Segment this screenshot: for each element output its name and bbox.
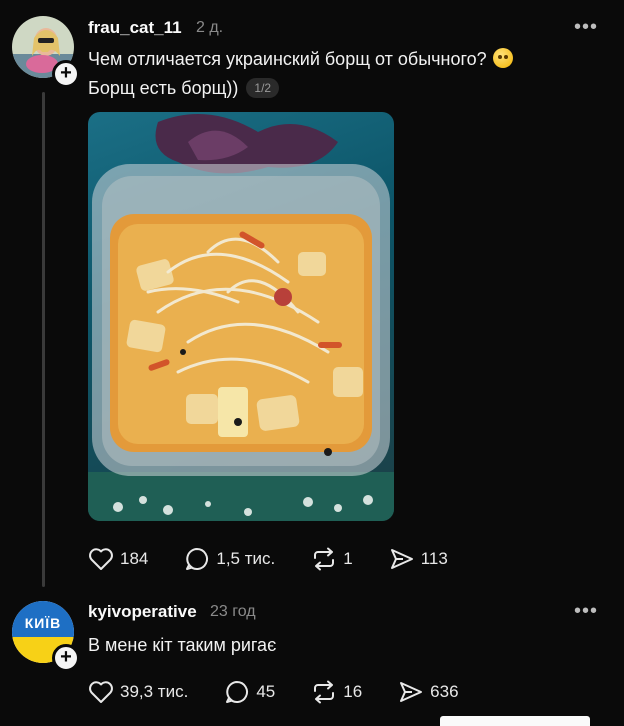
post-username[interactable]: frau_cat_11 bbox=[88, 18, 182, 38]
more-options-icon[interactable]: ••• bbox=[574, 600, 598, 623]
follow-plus-button[interactable]: + bbox=[52, 644, 80, 672]
post-text: Чем отличается украинский борщ от обычно… bbox=[88, 45, 513, 103]
repost-icon bbox=[314, 547, 335, 571]
reply-button[interactable]: 1,5 тис. bbox=[184, 546, 275, 572]
repost-count: 16 bbox=[343, 682, 363, 701]
avatar-logo-subtext: ОПЕРАТИВНИЙ bbox=[21, 633, 65, 639]
repost-count: 1 bbox=[343, 549, 353, 568]
post-image-soup[interactable] bbox=[88, 112, 394, 521]
more-options-icon[interactable]: ••• bbox=[574, 16, 598, 39]
reply-count: 1,5 тис. bbox=[216, 549, 276, 568]
repost-button[interactable]: 16 bbox=[311, 680, 362, 704]
send-icon bbox=[400, 682, 423, 702]
post-time: 23 год bbox=[210, 603, 256, 620]
image-pager-badge: 1/2 bbox=[246, 78, 280, 98]
share-button[interactable]: 636 bbox=[398, 680, 459, 704]
post-text-line-1: Чем отличается украинский борщ от обычно… bbox=[88, 49, 487, 69]
thread-line bbox=[42, 92, 45, 587]
avatar-logo-text: КИЇВ bbox=[24, 615, 62, 631]
post-2-actions: 39,3 тис. 45 16 636 bbox=[88, 679, 495, 705]
repost-icon bbox=[314, 680, 335, 704]
post-text-line-2: Борщ есть борщ)) bbox=[88, 78, 239, 98]
reply-button[interactable]: 45 bbox=[224, 679, 275, 705]
like-button[interactable]: 39,3 тис. bbox=[88, 680, 188, 704]
comment-icon bbox=[226, 681, 249, 703]
post-text: В мене кіт таким ригає bbox=[88, 635, 277, 655]
follow-plus-button[interactable]: + bbox=[52, 60, 80, 88]
like-count: 39,3 тис. bbox=[120, 682, 189, 701]
post-time: 2 д. bbox=[196, 19, 224, 36]
share-count: 113 bbox=[420, 549, 448, 568]
heart-icon bbox=[89, 548, 113, 570]
eye-roll-emoji-icon bbox=[492, 48, 513, 68]
share-button[interactable]: 113 bbox=[389, 547, 448, 571]
send-icon bbox=[390, 549, 413, 569]
post-username[interactable]: kyivoperative bbox=[88, 602, 197, 622]
repost-button[interactable]: 1 bbox=[311, 547, 353, 571]
reply-count: 45 bbox=[256, 682, 276, 701]
bottom-bar-edge bbox=[440, 716, 590, 726]
like-button[interactable]: 184 bbox=[88, 547, 148, 571]
post-1-actions: 184 1,5 тис. 1 113 bbox=[88, 546, 484, 572]
comment-icon bbox=[186, 548, 209, 570]
like-count: 184 bbox=[120, 549, 149, 568]
heart-icon bbox=[89, 681, 113, 703]
share-count: 636 bbox=[430, 682, 459, 701]
